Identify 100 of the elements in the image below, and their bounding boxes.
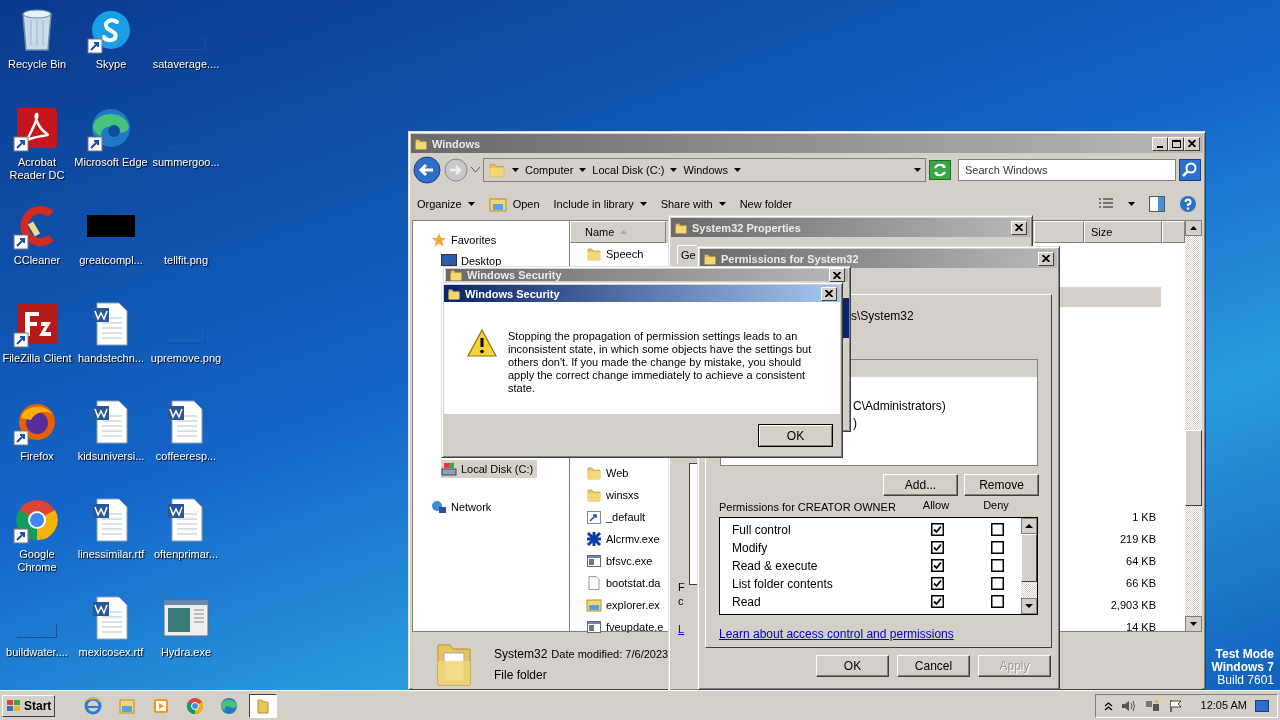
checkbox[interactable]	[990, 523, 1004, 536]
back-button[interactable]	[413, 156, 441, 184]
toolbar-button[interactable]: Share with	[660, 195, 726, 213]
desktop-icon-label[interactable]: handstechn...	[73, 352, 149, 365]
button[interactable]: Add...	[883, 474, 958, 496]
file-size: 14 KB	[1125, 619, 1157, 635]
toolbar-button[interactable]: Include in library	[553, 195, 647, 213]
desktop-icon-label[interactable]: Skype	[73, 58, 149, 71]
scroll-thumb[interactable]	[1021, 533, 1037, 582]
nav-item[interactable]: Network	[431, 498, 496, 516]
checkbox[interactable]	[990, 595, 1004, 608]
file-item[interactable]: bootstat.da	[586, 574, 661, 592]
toolbar-button[interactable]: Organize	[417, 195, 475, 213]
scroll-up-button[interactable]	[1021, 517, 1037, 534]
text-fragment: c	[678, 594, 685, 608]
search-button[interactable]	[1179, 159, 1201, 181]
desktop-icon-label[interactable]: tellfit.png	[148, 254, 224, 267]
scroll-down-button[interactable]	[1021, 597, 1037, 614]
desktop-icon-label[interactable]: Acrobat Reader DC	[0, 156, 75, 182]
close-button[interactable]	[829, 268, 845, 282]
checkbox[interactable]	[990, 577, 1004, 590]
scroll-up-button[interactable]	[1185, 220, 1202, 236]
desktop-icon-label[interactable]: CCleaner	[0, 254, 75, 267]
desktop-icon-label[interactable]: linessimilar.rtf	[73, 548, 149, 561]
flag-icon[interactable]	[1168, 698, 1183, 713]
network-icon[interactable]	[1144, 698, 1161, 713]
scrollbar[interactable]	[1185, 220, 1202, 632]
desktop-icon-label[interactable]: Firefox	[0, 450, 75, 463]
checkbox[interactable]	[930, 523, 944, 536]
checkbox[interactable]	[930, 577, 944, 590]
ok-button[interactable]: OK	[758, 424, 833, 447]
view-options-icon[interactable]	[1098, 197, 1114, 211]
desktop-icon-label[interactable]: kidsuniversi...	[73, 450, 149, 463]
button[interactable]: Cancel	[897, 655, 970, 677]
nav-item[interactable]: Favorites	[431, 231, 501, 249]
desktop-icon-label[interactable]: Recycle Bin	[0, 58, 75, 71]
show-desktop-icon[interactable]	[1255, 699, 1269, 712]
file-item[interactable]: Speech	[586, 245, 644, 263]
close-button[interactable]	[821, 286, 837, 301]
refresh-button[interactable]	[929, 160, 951, 180]
desktop-icon-label[interactable]: Google Chrome	[0, 548, 75, 574]
button[interactable]: OK	[816, 655, 889, 677]
clock[interactable]: 12:05 AM	[1200, 697, 1247, 714]
file-item[interactable]: fveupdate.e	[586, 618, 664, 636]
chevron-up-icon[interactable]	[1103, 700, 1113, 711]
taskbar-button[interactable]	[249, 693, 278, 718]
checkbox[interactable]	[990, 541, 1004, 554]
checkbox[interactable]	[930, 541, 944, 554]
close-button[interactable]	[1011, 220, 1027, 235]
column-header[interactable]: Name	[570, 221, 666, 243]
user-entry[interactable]: C\Administrators)	[853, 398, 1037, 415]
toolbar-button[interactable]: New folder	[739, 195, 793, 213]
desktop-icon-label[interactable]: buildwater....	[0, 646, 75, 659]
breadcrumb-item[interactable]: Windows	[683, 161, 729, 179]
preview-pane-icon[interactable]	[1149, 196, 1165, 212]
column-header[interactable]: Size	[1084, 221, 1162, 243]
scrollbar[interactable]	[1021, 517, 1037, 614]
desktop-icon-label[interactable]: Microsoft Edge	[73, 156, 149, 169]
file-item[interactable]: Alcrmv.exe	[586, 530, 660, 548]
column-header[interactable]	[1034, 221, 1084, 243]
file-item[interactable]: explorer.ex	[586, 596, 660, 614]
desktop-icon-label[interactable]: sataverage....	[148, 58, 224, 71]
history-caret-icon[interactable]	[471, 167, 480, 173]
desktop-icon-label[interactable]: oftenprimar...	[148, 548, 224, 561]
desktop-icon-label[interactable]: upremove.png	[148, 352, 224, 365]
address-bar[interactable]: Computer Local Disk (C:) Windows	[483, 158, 926, 182]
link[interactable]: L	[678, 622, 685, 636]
scroll-thumb[interactable]	[1185, 430, 1202, 506]
maximize-button[interactable]	[1168, 136, 1184, 151]
desktop-icon-label[interactable]: coffeeresp...	[148, 450, 224, 463]
breadcrumb-item[interactable]: Computer	[525, 161, 574, 179]
help-link[interactable]: Learn about access control and permissions	[719, 624, 954, 643]
toolbar-button[interactable]: Open	[488, 195, 540, 213]
start-button[interactable]: Start	[2, 694, 56, 717]
user-entry[interactable]: )	[853, 415, 1037, 432]
scroll-down-button[interactable]	[1185, 616, 1202, 632]
file-item[interactable]: winsxs	[586, 486, 639, 504]
help-icon[interactable]	[1179, 195, 1197, 213]
speaker-icon[interactable]	[1120, 698, 1137, 713]
desktop-icon-label[interactable]: FileZilla Client	[0, 352, 75, 365]
close-button[interactable]	[1184, 136, 1200, 151]
close-icon	[1015, 224, 1023, 231]
desktop-icon-label[interactable]: mexicosex.rtf	[73, 646, 149, 659]
desktop-icon-label[interactable]: Hydra.exe	[148, 646, 224, 659]
checkbox[interactable]	[930, 559, 944, 572]
search-field[interactable]: Search Windows	[958, 159, 1176, 181]
file-item[interactable]: Web	[586, 464, 629, 482]
button[interactable]: Remove	[964, 474, 1039, 496]
close-button[interactable]	[1038, 251, 1054, 266]
breadcrumb-item[interactable]: Local Disk (C:)	[592, 161, 665, 179]
nav-item[interactable]: Local Disk (C:)	[441, 460, 538, 478]
column-header[interactable]	[1162, 221, 1185, 243]
file-item[interactable]: _default	[586, 508, 646, 526]
checkbox[interactable]	[930, 595, 944, 608]
desktop-icon-label[interactable]: summergoo...	[148, 156, 224, 169]
minimize-button[interactable]	[1152, 136, 1168, 151]
file-item[interactable]: bfsvc.exe	[586, 552, 653, 570]
checkbox[interactable]	[990, 559, 1004, 572]
desktop-icon-label[interactable]: greatcompl...	[73, 254, 149, 267]
nav-item[interactable]: Desktop	[441, 252, 506, 270]
